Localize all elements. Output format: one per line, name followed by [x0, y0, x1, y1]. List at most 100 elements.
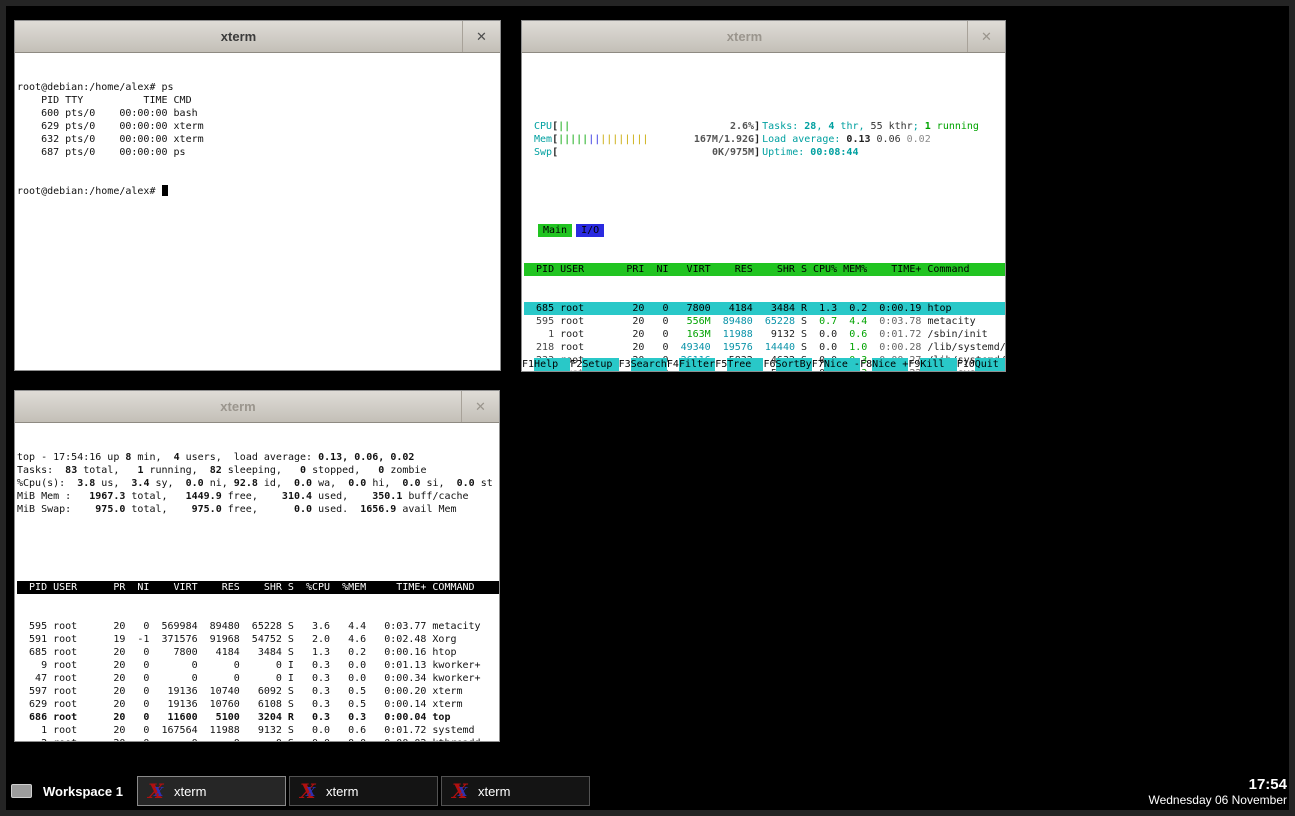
- terminal-ps[interactable]: root@debian:/home/alex# ps PID TTY TIME …: [15, 53, 500, 370]
- cell: 65228: [759, 316, 801, 327]
- cell: 19576: [717, 342, 759, 353]
- cell: 595: [524, 316, 560, 327]
- fkey-search[interactable]: F3Search: [619, 358, 667, 371]
- fkey-nice[interactable]: F8Nice +: [860, 358, 908, 371]
- fkey-label: Search: [631, 358, 667, 371]
- close-icon[interactable]: ✕: [461, 391, 499, 422]
- fkey-sortby[interactable]: F6SortBy: [763, 358, 811, 371]
- text-segment: 0.0: [396, 478, 426, 489]
- fkey-label: SortBy: [776, 358, 812, 371]
- cell: 0.6: [843, 329, 873, 340]
- cell: 0.0: [813, 342, 843, 353]
- text-segment: 1967.3: [77, 491, 131, 502]
- cell: 7800: [675, 303, 717, 314]
- shell-prompt: root@debian:/home/alex#: [17, 186, 162, 197]
- top-summary-line: MiB Mem : 1967.3 total, 1449.9 free, 310…: [17, 490, 499, 503]
- text-segment: stopped,: [312, 465, 372, 476]
- taskbar-button-xterm[interactable]: xterm: [441, 776, 590, 806]
- text-segment: 28: [804, 121, 816, 132]
- close-icon[interactable]: ✕: [462, 21, 500, 52]
- fkey-number: F10: [957, 358, 975, 371]
- cell: 0.7: [813, 316, 843, 327]
- text-segment: hi,: [372, 478, 396, 489]
- text-segment: thr: [834, 121, 858, 132]
- cell: htop: [927, 303, 951, 314]
- text-segment: 1449.9: [174, 491, 228, 502]
- titlebar[interactable]: xterm ✕: [15, 21, 500, 53]
- text-segment: 3.8: [71, 478, 101, 489]
- text-segment: 55 kthr: [871, 121, 913, 132]
- text-segment: Load average:: [762, 134, 846, 145]
- fkey-tree[interactable]: F5Tree: [715, 358, 763, 371]
- cell: 4184: [717, 303, 759, 314]
- cell: root: [560, 342, 626, 353]
- fkey-quit[interactable]: F10Quit: [957, 358, 1005, 371]
- cell: /sbin/init: [927, 329, 987, 340]
- process-row: 47 root 20 0 0 0 0 I 0.3 0.0 0:00.34 kwo…: [17, 672, 499, 685]
- text-segment: %Cpu(s):: [17, 478, 71, 489]
- meter-value: 0K/975M: [712, 146, 754, 159]
- text-segment: si,: [427, 478, 451, 489]
- cell: 556M: [675, 316, 717, 327]
- text-segment: MiB Mem :: [17, 491, 77, 502]
- top-summary-line: top - 17:54:16 up 8 min, 4 users, load a…: [17, 451, 499, 464]
- cell: 89480: [717, 316, 759, 327]
- workspace-switcher-icon[interactable]: [11, 784, 32, 798]
- cell: 685: [524, 303, 560, 314]
- meter-bar: 0K/975M: [558, 146, 754, 159]
- meter-label: CPU: [534, 120, 552, 133]
- process-row[interactable]: 218 root 20 0 49340 19576 14440 S 0.0 1.…: [524, 341, 1005, 354]
- meter-label: Mem: [534, 133, 552, 146]
- process-row[interactable]: 1 root 20 0 163M 11988 9132 S 0.0 0.6 0:…: [524, 328, 1005, 341]
- terminal-htop[interactable]: CPU[||2.6%]Tasks: 28, 4 thr, 55 kthr; 1 …: [522, 53, 1005, 371]
- fkey-setup[interactable]: F2Setup: [570, 358, 618, 371]
- text-segment: free,: [228, 491, 264, 502]
- process-row: 2 root 20 0 0 0 0 S 0.0 0.0 0:00.02 kthr…: [17, 737, 499, 741]
- text-segment: 0.13, 0.06, 0.02: [318, 452, 414, 463]
- tab-io[interactable]: I/O: [576, 224, 604, 237]
- text-segment: total,: [131, 504, 173, 515]
- text-segment: 3.4: [125, 478, 155, 489]
- process-row: 629 root 20 0 19136 10760 6108 S 0.3 0.5…: [17, 698, 499, 711]
- meter-value: 167M/1.92G: [694, 133, 754, 146]
- taskbar-button-xterm[interactable]: xterm: [137, 776, 286, 806]
- text-segment: users, load average:: [180, 452, 318, 463]
- process-row[interactable]: 685 root 20 0 7800 4184 3484 R 1.3 0.2 0…: [524, 302, 1005, 315]
- htop-info-line: Tasks: 28, 4 thr, 55 kthr; 1 running: [762, 120, 979, 133]
- text-segment: ,: [859, 121, 871, 132]
- cell: 20: [626, 303, 650, 314]
- text-segment: st: [481, 478, 493, 489]
- fkey-nice[interactable]: F7Nice -: [812, 358, 860, 371]
- terminal-output: root@debian:/home/alex# ps PID TTY TIME …: [17, 81, 500, 159]
- cell: 0.2: [843, 303, 873, 314]
- meter-ticks: ||||||||: [600, 133, 648, 146]
- terminal-top[interactable]: top - 17:54:16 up 8 min, 4 users, load a…: [15, 423, 499, 741]
- text-segment: total,: [131, 491, 173, 502]
- taskbar: Workspace 1 xtermxtermxterm 17:54 Wednes…: [6, 772, 1289, 810]
- text-cursor: [162, 185, 168, 196]
- window-list: xtermxtermxterm: [137, 776, 593, 806]
- text-segment: sy,: [156, 478, 180, 489]
- top-summary-line: %Cpu(s): 3.8 us, 3.4 sy, 0.0 ni, 92.8 id…: [17, 477, 499, 490]
- text-segment: min,: [131, 452, 173, 463]
- fkey-help[interactable]: F1Help: [522, 358, 570, 371]
- text-segment: 1656.9: [354, 504, 402, 515]
- window-title: xterm: [522, 29, 967, 44]
- meter-swp: Swp[0K/975M]Uptime: 00:08:44: [534, 146, 1005, 159]
- text-segment: 0.13: [846, 134, 876, 145]
- text-segment: 00:08:44: [810, 147, 858, 158]
- taskbar-button-xterm[interactable]: xterm: [289, 776, 438, 806]
- htop-table-header[interactable]: PID USER PRI NI VIRT RES SHR S CPU% MEM%…: [524, 263, 1005, 276]
- fkey-filter[interactable]: F4Filter: [667, 358, 715, 371]
- process-row: 595 root 20 0 569984 89480 65228 S 3.6 4…: [17, 620, 499, 633]
- cell: 0: [650, 329, 674, 340]
- titlebar[interactable]: xterm ✕: [522, 21, 1005, 53]
- text-segment: Tasks:: [17, 465, 59, 476]
- process-row[interactable]: 595 root 20 0 556M 89480 65228 S 0.7 4.4…: [524, 315, 1005, 328]
- close-icon[interactable]: ✕: [967, 21, 1005, 52]
- tab-main[interactable]: Main: [538, 224, 572, 237]
- fkey-kill[interactable]: F9Kill: [908, 358, 956, 371]
- titlebar[interactable]: xterm ✕: [15, 391, 499, 423]
- cell: 0.0: [813, 329, 843, 340]
- fkey-number: F4: [667, 358, 679, 371]
